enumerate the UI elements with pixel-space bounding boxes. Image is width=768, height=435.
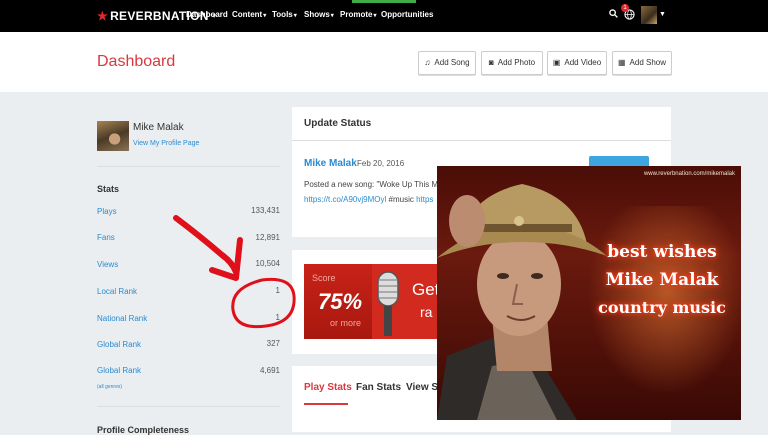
divider (97, 406, 280, 407)
promo-get: Get (412, 280, 438, 299)
post-date: Feb 20, 2016 (357, 159, 405, 168)
stat-label-local-rank[interactable]: Local Rank (97, 287, 137, 296)
promo-score-label: Score (312, 273, 336, 283)
annotation-arrow (173, 215, 239, 275)
stats-title: Stats (97, 184, 120, 194)
promo-ra: ra (420, 304, 433, 320)
promo-more: or more (330, 318, 362, 328)
add-photo-button[interactable]: ◙ Add Photo (481, 51, 543, 75)
microphone-icon (377, 271, 399, 336)
stat-label-national-rank[interactable]: National Rank (97, 314, 147, 323)
profile-name: Mike Malak (133, 122, 184, 133)
view-profile-link[interactable]: View My Profile Page (133, 140, 199, 147)
tab-play-stats[interactable]: Play Stats (304, 382, 352, 393)
nav-tools[interactable]: Tools▾ (272, 10, 297, 19)
music-note-icon: ♫ (424, 58, 431, 67)
chevron-down-icon: ▾ (263, 13, 267, 19)
active-indicator (352, 0, 416, 3)
nav-shows[interactable]: Shows▾ (304, 10, 334, 19)
page-title: Dashboard (97, 53, 176, 70)
post-tag: #music (388, 195, 414, 204)
post-author[interactable]: Mike Malak (304, 158, 357, 169)
stat-value-global-rank: 327 (266, 339, 280, 348)
camera-icon: ◙ (488, 58, 494, 67)
notification-badge: 1 (621, 4, 629, 12)
nav-promote[interactable]: Promote▾ (340, 10, 376, 19)
chevron-down-icon: ▾ (373, 13, 377, 19)
stat-label-plays[interactable]: Plays (97, 207, 117, 216)
add-show-button[interactable]: ▦ Add Show (612, 51, 672, 75)
divider (97, 166, 280, 167)
user-avatar[interactable] (641, 6, 657, 24)
stat-value-national-rank: 1 (275, 313, 280, 322)
calendar-icon: ▦ (617, 58, 626, 67)
cowboy-portrait (437, 184, 607, 420)
annotation-arrowhead (209, 237, 243, 281)
stat-value-fans: 12,891 (255, 233, 280, 242)
add-video-button[interactable]: ▣ Add Video (547, 51, 607, 75)
active-tab-underline (304, 403, 348, 405)
photo-caption-line2: Mike Malak (605, 270, 719, 290)
add-song-button[interactable]: ♫ Add Song (418, 51, 476, 75)
photo-watermark: www.reverbnation.com/mikemalak (643, 171, 735, 177)
update-status-title: Update Status (304, 118, 372, 129)
photo-caption-line1: best wishes (607, 242, 717, 262)
film-icon: ▣ (552, 58, 561, 67)
post-link[interactable]: https://t.co/A90vj9MOyl (304, 195, 386, 204)
nav-dashboard[interactable]: Dashboard (186, 10, 228, 19)
post-link-2[interactable]: https (416, 195, 433, 204)
search-icon[interactable] (609, 9, 618, 21)
promo-banner[interactable]: Score 75% or more Get ra (304, 264, 438, 339)
nav-content[interactable]: Content▾ (232, 10, 266, 19)
stat-value-plays: 133,431 (251, 206, 280, 215)
promo-photo: www.reverbnation.com/mikemalak best wish… (437, 166, 741, 420)
promo-percent: 75% (318, 289, 363, 314)
profile-avatar[interactable] (97, 121, 129, 151)
chevron-down-icon: ▾ (330, 13, 334, 19)
stat-value-views: 10,504 (255, 259, 280, 268)
chevron-down-icon[interactable]: ▼ (659, 11, 666, 18)
all-genres-note: (all genres) (97, 384, 123, 390)
profile-completeness-title: Profile Completeness (97, 425, 190, 435)
chevron-down-icon: ▾ (293, 13, 297, 19)
divider (292, 140, 671, 141)
annotation-circle (231, 277, 296, 329)
post-link-row: https://t.co/A90vj9MOyl #music https (304, 195, 433, 204)
nav-opportunities[interactable]: Opportunities (381, 10, 433, 19)
stat-value-local-rank: 1 (275, 286, 280, 295)
star-icon: ★ (97, 9, 109, 23)
post-text: Posted a new song: "Woke Up This Mo (304, 180, 443, 189)
photo-caption-line3: country music (598, 298, 726, 317)
stat-value-global-rank-all: 4,691 (259, 366, 280, 375)
tab-fan-stats[interactable]: Fan Stats (356, 382, 401, 393)
stat-label-views[interactable]: Views (97, 260, 118, 269)
stat-label-global-rank[interactable]: Global Rank (97, 340, 141, 349)
stat-label-global-rank-all[interactable]: Global Rank (97, 366, 141, 375)
stat-label-fans[interactable]: Fans (97, 233, 115, 242)
